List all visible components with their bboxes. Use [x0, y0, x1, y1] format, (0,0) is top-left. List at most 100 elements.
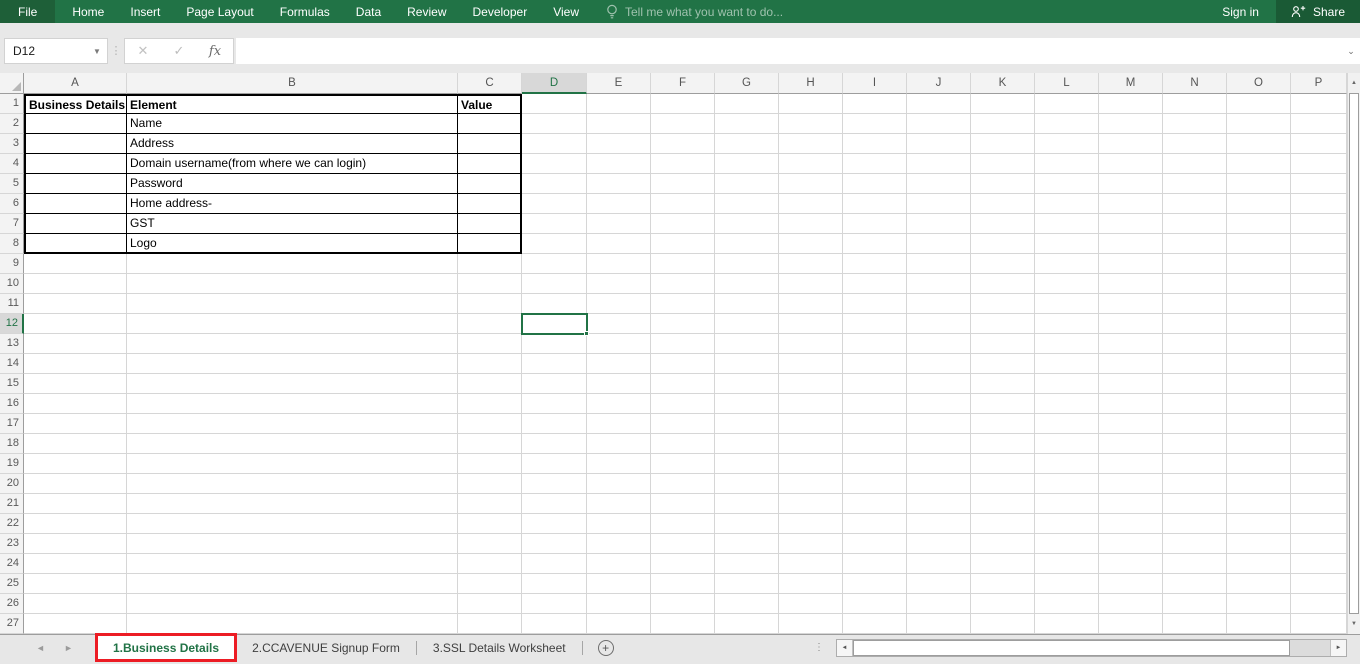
next-sheet-icon[interactable]: ►: [64, 635, 73, 660]
cell-A7[interactable]: [24, 214, 127, 234]
cell-H17[interactable]: [779, 414, 843, 434]
cell-C16[interactable]: [458, 394, 522, 414]
cell-L12[interactable]: [1035, 314, 1099, 334]
cell-E19[interactable]: [587, 454, 651, 474]
cell-E23[interactable]: [587, 534, 651, 554]
cell-O6[interactable]: [1227, 194, 1291, 214]
sheet-tab-1[interactable]: 1.Business Details: [97, 635, 235, 660]
row-header-26[interactable]: 26: [0, 594, 24, 614]
cell-P12[interactable]: [1291, 314, 1347, 334]
cell-D23[interactable]: [522, 534, 587, 554]
cell-N20[interactable]: [1163, 474, 1227, 494]
cell-P23[interactable]: [1291, 534, 1347, 554]
cell-F15[interactable]: [651, 374, 715, 394]
cell-G24[interactable]: [715, 554, 779, 574]
cell-K19[interactable]: [971, 454, 1035, 474]
cell-H12[interactable]: [779, 314, 843, 334]
cell-K25[interactable]: [971, 574, 1035, 594]
cell-A11[interactable]: [24, 294, 127, 314]
cell-L21[interactable]: [1035, 494, 1099, 514]
cell-G17[interactable]: [715, 414, 779, 434]
cell-L8[interactable]: [1035, 234, 1099, 254]
cell-K7[interactable]: [971, 214, 1035, 234]
cell-I25[interactable]: [843, 574, 907, 594]
cell-C15[interactable]: [458, 374, 522, 394]
row-header-15[interactable]: 15: [0, 374, 24, 394]
cell-D17[interactable]: [522, 414, 587, 434]
cell-P8[interactable]: [1291, 234, 1347, 254]
cell-H11[interactable]: [779, 294, 843, 314]
cell-L2[interactable]: [1035, 114, 1099, 134]
cell-M5[interactable]: [1099, 174, 1163, 194]
cell-J21[interactable]: [907, 494, 971, 514]
cell-C19[interactable]: [458, 454, 522, 474]
column-header-H[interactable]: H: [779, 73, 843, 94]
cell-C4[interactable]: [458, 154, 522, 174]
expand-formula-bar-icon[interactable]: ⌄: [1342, 38, 1360, 64]
cell-J6[interactable]: [907, 194, 971, 214]
cell-E7[interactable]: [587, 214, 651, 234]
cell-F11[interactable]: [651, 294, 715, 314]
cell-F18[interactable]: [651, 434, 715, 454]
cell-A4[interactable]: [24, 154, 127, 174]
cell-G19[interactable]: [715, 454, 779, 474]
cell-G3[interactable]: [715, 134, 779, 154]
cell-E15[interactable]: [587, 374, 651, 394]
cell-H4[interactable]: [779, 154, 843, 174]
cell-L10[interactable]: [1035, 274, 1099, 294]
cell-O8[interactable]: [1227, 234, 1291, 254]
cell-L13[interactable]: [1035, 334, 1099, 354]
cell-E20[interactable]: [587, 474, 651, 494]
row-header-4[interactable]: 4: [0, 154, 24, 174]
cell-C20[interactable]: [458, 474, 522, 494]
cell-F7[interactable]: [651, 214, 715, 234]
cell-P18[interactable]: [1291, 434, 1347, 454]
cell-J3[interactable]: [907, 134, 971, 154]
cell-O27[interactable]: [1227, 614, 1291, 634]
cell-E27[interactable]: [587, 614, 651, 634]
cell-K15[interactable]: [971, 374, 1035, 394]
cell-O9[interactable]: [1227, 254, 1291, 274]
cell-I13[interactable]: [843, 334, 907, 354]
cell-B17[interactable]: [127, 414, 458, 434]
cell-P13[interactable]: [1291, 334, 1347, 354]
cell-L9[interactable]: [1035, 254, 1099, 274]
cell-N22[interactable]: [1163, 514, 1227, 534]
cell-C3[interactable]: [458, 134, 522, 154]
row-header-25[interactable]: 25: [0, 574, 24, 594]
cell-P9[interactable]: [1291, 254, 1347, 274]
cell-F22[interactable]: [651, 514, 715, 534]
cell-J24[interactable]: [907, 554, 971, 574]
cell-C10[interactable]: [458, 274, 522, 294]
cell-K3[interactable]: [971, 134, 1035, 154]
cell-D4[interactable]: [522, 154, 587, 174]
cell-P17[interactable]: [1291, 414, 1347, 434]
cell-C12[interactable]: [458, 314, 522, 334]
cell-P19[interactable]: [1291, 454, 1347, 474]
cell-P21[interactable]: [1291, 494, 1347, 514]
cell-D8[interactable]: [522, 234, 587, 254]
cell-K27[interactable]: [971, 614, 1035, 634]
cell-A12[interactable]: [24, 314, 127, 334]
cell-F24[interactable]: [651, 554, 715, 574]
cell-E13[interactable]: [587, 334, 651, 354]
cell-B6[interactable]: Home address-: [127, 194, 458, 214]
cell-I26[interactable]: [843, 594, 907, 614]
cell-N14[interactable]: [1163, 354, 1227, 374]
cell-B20[interactable]: [127, 474, 458, 494]
cell-F9[interactable]: [651, 254, 715, 274]
cell-E2[interactable]: [587, 114, 651, 134]
cell-D20[interactable]: [522, 474, 587, 494]
cell-A24[interactable]: [24, 554, 127, 574]
cell-J1[interactable]: [907, 94, 971, 114]
cell-M6[interactable]: [1099, 194, 1163, 214]
cell-M15[interactable]: [1099, 374, 1163, 394]
cell-J18[interactable]: [907, 434, 971, 454]
cell-D26[interactable]: [522, 594, 587, 614]
cell-E12[interactable]: [587, 314, 651, 334]
cell-N1[interactable]: [1163, 94, 1227, 114]
cell-L16[interactable]: [1035, 394, 1099, 414]
cell-G25[interactable]: [715, 574, 779, 594]
cell-A6[interactable]: [24, 194, 127, 214]
cell-G27[interactable]: [715, 614, 779, 634]
